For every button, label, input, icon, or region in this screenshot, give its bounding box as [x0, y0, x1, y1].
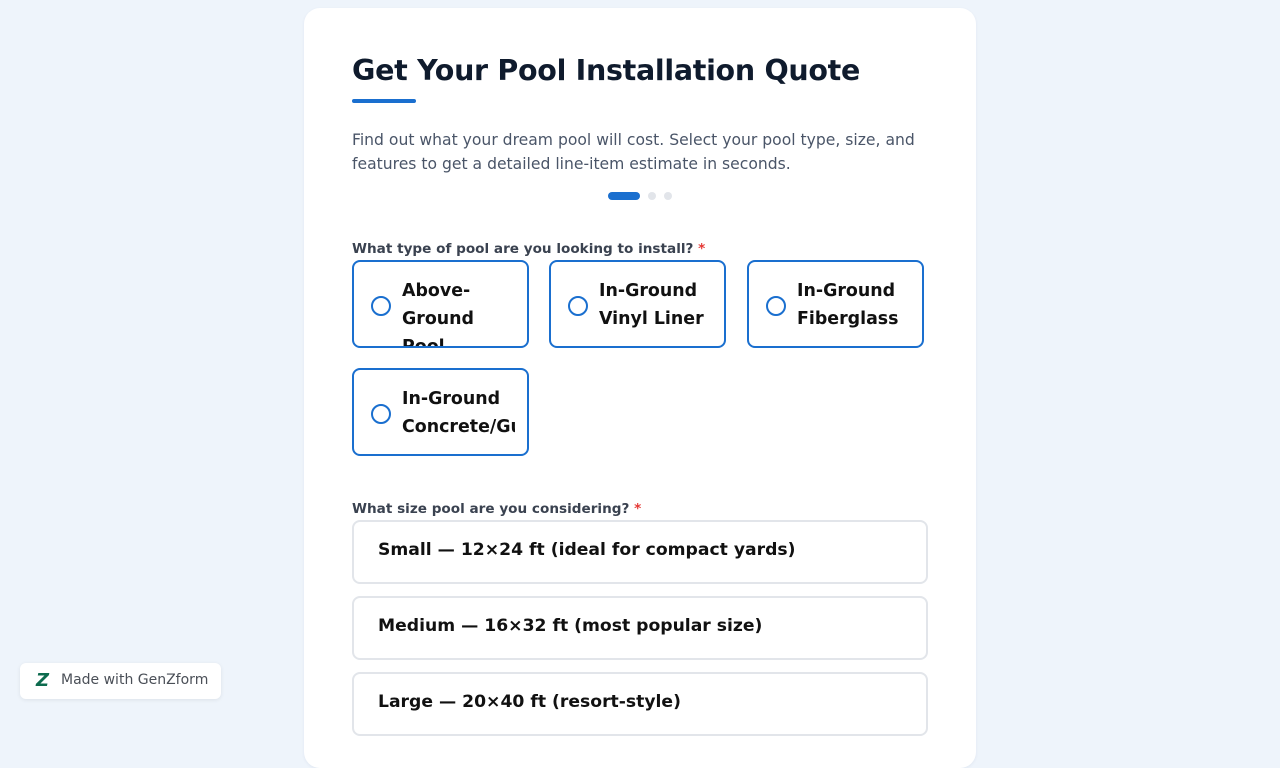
step-progress-indicator — [608, 192, 672, 200]
badge-text: Made with GenZform — [61, 672, 209, 688]
pool-type-question: What type of pool are you looking to ins… — [352, 241, 705, 257]
pool-type-option-label: Above- Ground Pool — [402, 281, 475, 348]
pool-type-option-fiberglass[interactable]: In-Ground Fiberglass — [747, 260, 924, 348]
pool-type-option-concrete-gunite[interactable]: In-Ground Concrete/Gunite — [352, 368, 529, 456]
pool-size-question: What size pool are you considering? * — [352, 501, 641, 517]
radio-button-icon[interactable] — [568, 296, 588, 316]
pool-type-option-label: In-Ground Vinyl Liner — [599, 281, 704, 329]
radio-button-icon[interactable] — [371, 296, 391, 316]
title-underline — [352, 99, 416, 103]
pool-type-option-vinyl-liner[interactable]: In-Ground Vinyl Liner — [549, 260, 726, 348]
pool-type-option-label: In-Ground Fiberglass — [797, 281, 899, 329]
pool-size-option-small[interactable]: Small — 12×24 ft (ideal for compact yard… — [352, 520, 928, 584]
form-card: Get Your Pool Installation Quote Find ou… — [304, 8, 976, 768]
radio-button-icon[interactable] — [371, 404, 391, 424]
pool-size-option-label: Small — 12×24 ft (ideal for compact yard… — [378, 540, 796, 560]
page-title: Get Your Pool Installation Quote — [352, 54, 860, 87]
required-asterisk: * — [634, 501, 642, 517]
progress-step-2 — [648, 192, 656, 200]
pool-type-option-above-ground[interactable]: Above- Ground Pool — [352, 260, 529, 348]
page-subtitle: Find out what your dream pool will cost.… — [352, 131, 915, 173]
pool-type-option-label: In-Ground Concrete/Gunite — [402, 389, 515, 437]
pool-size-question-text: What size pool are you considering? — [352, 501, 630, 517]
progress-step-3 — [664, 192, 672, 200]
pool-size-option-medium[interactable]: Medium — 16×32 ft (most popular size) — [352, 596, 928, 660]
progress-step-1-active — [608, 192, 640, 200]
pool-size-option-label: Medium — 16×32 ft (most popular size) — [378, 616, 763, 636]
pool-type-question-text: What type of pool are you looking to ins… — [352, 241, 694, 257]
pool-size-option-label: Large — 20×40 ft (resort-style) — [378, 692, 681, 712]
pool-size-option-large[interactable]: Large — 20×40 ft (resort-style) — [352, 672, 928, 736]
radio-button-icon[interactable] — [766, 296, 786, 316]
genzform-logo-icon: Z — [36, 670, 50, 691]
required-asterisk: * — [698, 241, 706, 257]
made-with-genzform-badge[interactable]: Z Made with GenZform — [20, 663, 221, 699]
